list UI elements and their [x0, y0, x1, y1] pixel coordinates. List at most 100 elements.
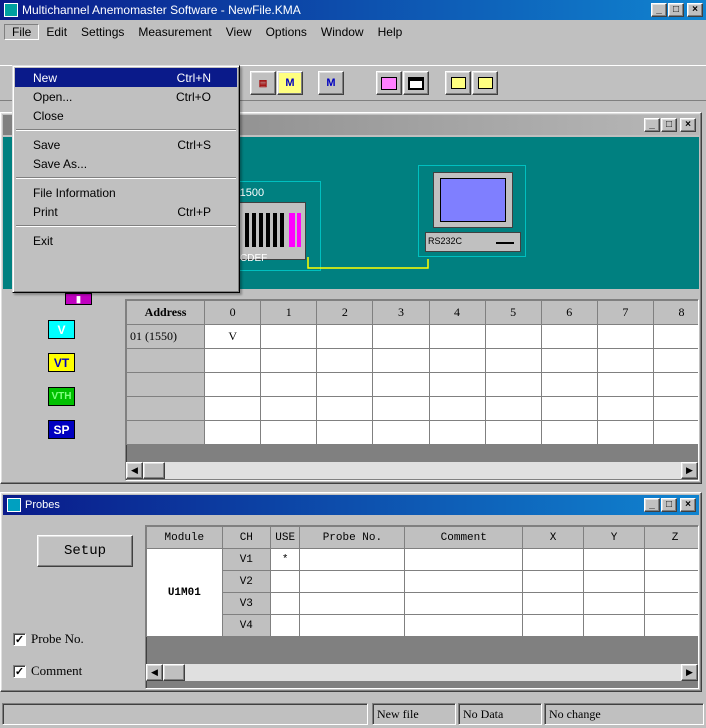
column-header[interactable]: 8 — [652, 300, 698, 325]
comment-cell[interactable] — [404, 614, 524, 637]
table-cell[interactable] — [260, 348, 318, 373]
use-cell[interactable] — [269, 570, 301, 593]
table-cell[interactable]: V — [204, 324, 262, 349]
table-row[interactable] — [126, 372, 698, 397]
menu-item-file-information[interactable]: File Information — [15, 183, 237, 202]
table-row[interactable]: 01 (1550) V — [126, 324, 698, 349]
scroll-left-arrow[interactable]: ◀ — [126, 462, 143, 479]
comment-cell[interactable] — [404, 592, 524, 615]
column-header[interactable]: 5 — [484, 300, 542, 325]
checkbox-box[interactable]: ✓ — [13, 664, 26, 678]
channel-cell[interactable]: V4 — [221, 614, 271, 637]
module-cell[interactable]: U1M01 — [146, 548, 223, 637]
scroll-left-arrow[interactable]: ◀ — [146, 664, 163, 681]
x-cell[interactable] — [522, 570, 585, 593]
column-header[interactable]: Comment — [404, 526, 524, 549]
table-cell[interactable] — [540, 324, 598, 349]
table-cell[interactable] — [540, 348, 598, 373]
table-cell[interactable] — [652, 348, 698, 373]
table-cell[interactable] — [484, 420, 542, 445]
z-cell[interactable] — [643, 548, 698, 571]
table-cell[interactable] — [428, 348, 486, 373]
menu-item-close[interactable]: Close — [15, 106, 237, 125]
menu-edit[interactable]: Edit — [39, 25, 74, 39]
menu-item-exit[interactable]: Exit — [15, 231, 237, 250]
menu-item-print[interactable]: Print Ctrl+P — [15, 202, 237, 221]
scroll-right-arrow[interactable]: ▶ — [681, 664, 698, 681]
table-cell[interactable] — [204, 420, 262, 445]
table-cell[interactable] — [372, 372, 430, 397]
table-row[interactable]: V4 — [147, 614, 698, 637]
table-cell[interactable] — [372, 324, 430, 349]
table-cell[interactable] — [484, 372, 542, 397]
table-cell[interactable] — [596, 348, 654, 373]
table-row[interactable] — [126, 420, 698, 445]
table-row[interactable]: V3 — [147, 592, 698, 615]
channel-cell[interactable]: V3 — [221, 592, 271, 615]
y-cell[interactable] — [583, 614, 645, 637]
x-cell[interactable] — [522, 592, 585, 615]
window-toolbar-button[interactable] — [403, 71, 429, 95]
table-row[interactable] — [126, 396, 698, 421]
measure-toolbar-button[interactable]: M — [318, 71, 344, 95]
probe-no-checkbox[interactable]: ✓ Probe No. — [13, 631, 84, 647]
table-cell[interactable] — [428, 420, 486, 445]
z-cell[interactable] — [643, 570, 698, 593]
table-cell[interactable] — [596, 372, 654, 397]
table-cell[interactable] — [428, 372, 486, 397]
table-cell[interactable] — [316, 324, 374, 349]
use-cell[interactable] — [269, 614, 301, 637]
menu-help[interactable]: Help — [371, 25, 410, 39]
x-cell[interactable] — [522, 614, 585, 637]
table-cell[interactable] — [260, 396, 318, 421]
probe-no-cell[interactable] — [299, 570, 406, 593]
probes-close-button[interactable]: × — [680, 498, 696, 512]
table-cell[interactable] — [316, 372, 374, 397]
table-cell[interactable] — [260, 420, 318, 445]
param-toolbar-button[interactable]: ▤ — [250, 71, 276, 95]
table-cell[interactable] — [260, 372, 318, 397]
probe-no-cell[interactable] — [299, 548, 406, 571]
graph-toolbar-button[interactable] — [376, 71, 402, 95]
probe-no-cell[interactable] — [299, 592, 406, 615]
config-close-button[interactable]: × — [680, 118, 696, 132]
column-header[interactable]: Address — [126, 300, 206, 325]
probes-icon[interactable] — [7, 498, 21, 512]
column-header[interactable]: 7 — [596, 300, 654, 325]
probes-minimize-button[interactable]: _ — [644, 498, 660, 512]
config-maximize-button[interactable]: □ — [661, 118, 677, 132]
menu-item-open[interactable]: Open... Ctrl+O — [15, 87, 237, 106]
menu-options[interactable]: Options — [259, 25, 314, 39]
address-cell[interactable] — [126, 372, 206, 397]
minimize-button[interactable]: _ — [651, 3, 667, 17]
column-header[interactable]: Y — [583, 526, 645, 549]
setup-button[interactable]: Setup — [37, 535, 133, 567]
table-row[interactable]: U1M01 V1 * — [146, 548, 698, 637]
table-cell[interactable] — [372, 420, 430, 445]
address-cell[interactable] — [126, 348, 206, 373]
maximize-button[interactable]: □ — [668, 3, 684, 17]
menu-settings[interactable]: Settings — [74, 25, 131, 39]
type-vth-button[interactable]: VTH — [48, 387, 75, 406]
use-cell[interactable] — [269, 592, 301, 615]
table-cell[interactable] — [596, 396, 654, 421]
address-cell[interactable] — [126, 396, 206, 421]
type-v-button[interactable]: V — [48, 320, 75, 339]
table-cell[interactable] — [204, 348, 262, 373]
menu-item-save[interactable]: Save Ctrl+S — [15, 135, 237, 154]
column-header[interactable]: 0 — [204, 300, 262, 325]
table-cell[interactable] — [316, 348, 374, 373]
x-cell[interactable] — [522, 548, 585, 571]
table-row[interactable] — [126, 348, 698, 373]
column-header[interactable]: X — [522, 526, 585, 549]
address-hscrollbar[interactable]: ◀ ▶ — [126, 462, 698, 479]
table-cell[interactable] — [596, 324, 654, 349]
probes-hscrollbar[interactable]: ◀ ▶ — [146, 664, 698, 681]
type-vt-button[interactable]: VT — [48, 353, 75, 372]
table-cell[interactable] — [316, 396, 374, 421]
table-cell[interactable] — [652, 372, 698, 397]
table-cell[interactable] — [484, 348, 542, 373]
table-cell[interactable] — [372, 396, 430, 421]
app-icon[interactable] — [4, 3, 18, 17]
column-header[interactable]: CH — [221, 526, 271, 549]
